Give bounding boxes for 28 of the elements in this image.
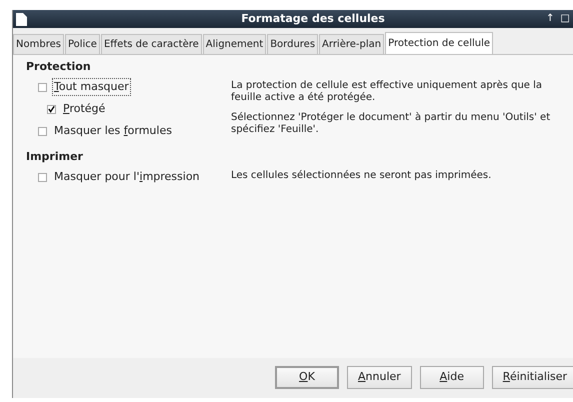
dialog-button[interactable]: Annuler <box>347 366 412 389</box>
window-control[interactable]: ↑ <box>546 14 554 24</box>
checkbox[interactable] <box>38 172 47 182</box>
tab[interactable]: Effets de caractère <box>100 34 202 54</box>
window-control[interactable]: □ <box>560 14 570 24</box>
tab[interactable]: Alignement <box>202 34 266 54</box>
checkbox-label[interactable]: Masquer les formules <box>53 122 173 140</box>
tab[interactable]: Protection de cellule <box>385 32 494 54</box>
info-text: La protection de cellule est effective uniquement après que la feuille active a été protégée. <box>231 80 544 104</box>
checkbox[interactable] <box>38 82 47 92</box>
tab[interactable]: Nombres <box>13 34 64 54</box>
checkbox[interactable] <box>47 104 56 114</box>
dialog-button[interactable]: OK <box>275 366 339 389</box>
section-heading: Imprimer <box>26 149 84 165</box>
info-text: Sélectionnez 'Protéger le document' à partir du menu 'Outils' et spécifiez 'Feuille'. <box>231 112 552 136</box>
checkbox-label[interactable]: Protégé <box>62 100 106 118</box>
checkbox-label[interactable]: Masquer pour l'impression <box>53 168 201 186</box>
checkbox[interactable] <box>38 126 47 136</box>
document-icon <box>16 12 27 26</box>
window-title: Formatage des cellules <box>240 10 386 27</box>
tab[interactable]: Bordures <box>267 34 318 54</box>
tab[interactable]: Police <box>64 34 100 54</box>
dialog-button[interactable]: Réinitialiser <box>492 366 573 389</box>
checkbox-label[interactable]: Tout masquer <box>53 78 130 96</box>
tab[interactable]: Arrière-plan <box>319 34 384 54</box>
info-text: Les cellules sélectionnées ne seront pas imprimées. <box>231 170 492 182</box>
dialog-button[interactable]: Aide <box>420 366 484 389</box>
section-heading: Protection <box>26 59 92 75</box>
